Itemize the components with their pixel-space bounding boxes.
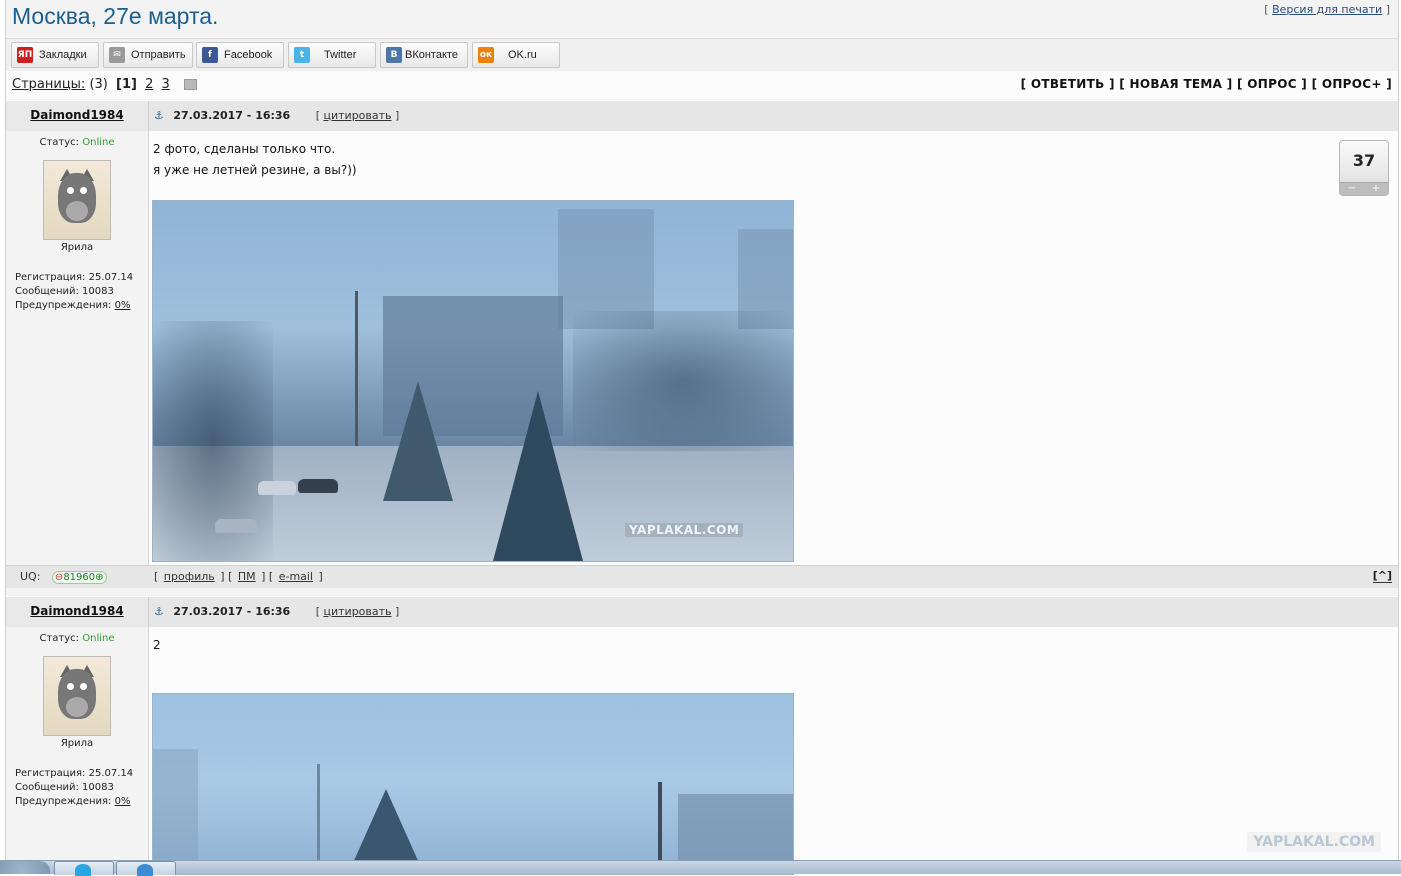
odnoklassniki-icon: ок: [478, 47, 494, 63]
post-text-line: 2: [153, 638, 161, 652]
author-link[interactable]: Daimond1984: [30, 108, 123, 122]
user-info: Регистрация: 25.07.14 Сообщений: 10083 П…: [15, 271, 148, 313]
print-version-label[interactable]: Версия для печати: [1272, 3, 1382, 16]
rating-minus-button[interactable]: −: [1348, 183, 1356, 195]
pagination-bar: Страницы: (3) [1] 2 3 [ ОТВЕТИТЬ ] [ НОВ…: [6, 71, 1398, 99]
warnings-link[interactable]: 0%: [115, 796, 131, 807]
yandex-bookmarks-icon: ЯП: [17, 47, 33, 63]
user-rank: Ярила: [60, 738, 94, 749]
registration-date: Регистрация: 25.07.14: [15, 768, 134, 779]
post-date: 27.03.2017 - 16:36: [173, 109, 291, 122]
user-status: Статус: Online: [39, 137, 115, 148]
user-panel: Статус: Online Ярила Регистрация: 25.07.…: [6, 627, 149, 861]
subscribe-icon[interactable]: [183, 79, 197, 90]
post-text-line: я уже не летней резине, а вы?)): [153, 163, 357, 177]
warnings: Предупреждения: 0%: [15, 796, 131, 807]
anchor-icon[interactable]: ⚓: [154, 109, 164, 122]
online-status: Online: [82, 137, 115, 148]
pagination: Страницы: (3) [1] 2 3: [12, 77, 197, 92]
uq-rating: UQ: ⊖81960⊕: [20, 570, 107, 584]
topic-header: Москва, 27е марта. [ Версия для печати ]: [6, 0, 1398, 34]
skype-icon: [75, 864, 91, 876]
post-header: Daimond1984 ⚓ 27.03.2017 - 16:36 [ цитир…: [6, 596, 1398, 627]
post-footer-links: [ профиль ] [ ПМ ] [ e-mail ]: [154, 570, 323, 583]
rating-plus-button[interactable]: +: [1372, 183, 1380, 195]
post: Daimond1984 ⚓ 27.03.2017 - 16:36 [ цитир…: [6, 596, 1398, 875]
share-bar: ЯП Закладки ✉ Отправить f Facebook t Twi…: [6, 38, 1398, 72]
post-body: 2 фото, сделаны только что. я уже не лет…: [149, 131, 1398, 565]
pm-link[interactable]: ПМ: [238, 570, 256, 583]
post-footer: UQ: ⊖81960⊕ [ профиль ] [ ПМ ] [ e-mail …: [6, 565, 1398, 588]
page-title: Москва, 27е марта.: [12, 3, 219, 29]
post-text: 2: [153, 635, 161, 656]
rating-value: 37: [1352, 151, 1376, 170]
warnings-link[interactable]: 0%: [115, 300, 131, 311]
quote-link[interactable]: [ цитировать ]: [316, 605, 400, 618]
facebook-icon: f: [202, 47, 218, 63]
rating-widget: 37 − +: [1339, 140, 1389, 196]
twitter-icon: t: [294, 47, 310, 63]
site-watermark: YAPLAKAL.COM: [1247, 832, 1381, 852]
pages-count: (3): [89, 77, 108, 92]
post-photo[interactable]: [152, 693, 794, 875]
share-button-facebook[interactable]: f Facebook: [196, 42, 284, 68]
start-button[interactable]: [0, 861, 50, 874]
post-text-line: 2 фото, сделаны только что.: [153, 142, 336, 156]
user-panel: Статус: Online Ярила Регистрация: 25.07.…: [6, 131, 149, 565]
vk-icon: В: [386, 47, 402, 63]
avatar[interactable]: [43, 656, 111, 736]
page-link-2[interactable]: 2: [145, 77, 153, 92]
share-button-twitter[interactable]: t Twitter: [288, 42, 376, 68]
share-button-otpravit[interactable]: ✉ Отправить: [103, 42, 193, 68]
warnings: Предупреждения: 0%: [15, 300, 131, 311]
quote-link[interactable]: [ цитировать ]: [316, 109, 400, 122]
user-info: Регистрация: 25.07.14 Сообщений: 10083 П…: [15, 767, 148, 809]
reply-button[interactable]: [ ОТВЕТИТЬ ]: [1021, 77, 1115, 91]
scroll-top-button[interactable]: [^]: [1372, 569, 1392, 583]
post-header: Daimond1984 ⚓ 27.03.2017 - 16:36 [ цитир…: [6, 100, 1398, 131]
print-version-link[interactable]: [ Версия для печати ]: [1264, 3, 1390, 16]
poll-plus-button[interactable]: [ ОПРОС+ ]: [1312, 77, 1392, 91]
post: Daimond1984 ⚓ 27.03.2017 - 16:36 [ цитир…: [6, 100, 1398, 590]
taskbar: [0, 860, 1401, 876]
page-frame: Москва, 27е марта. [ Версия для печати ]…: [5, 0, 1399, 875]
user-rank: Ярила: [60, 242, 94, 253]
post-author: Daimond1984: [6, 597, 149, 627]
avatar[interactable]: [43, 160, 111, 240]
pages-label[interactable]: Страницы:: [12, 77, 85, 92]
post-text: 2 фото, сделаны только что. я уже не лет…: [153, 139, 357, 181]
share-button-okru[interactable]: ок OK.ru: [472, 42, 560, 68]
post-date: 27.03.2017 - 16:36: [173, 605, 291, 618]
profile-link[interactable]: профиль: [164, 570, 215, 583]
user-status: Статус: Online: [39, 633, 115, 644]
post-photo[interactable]: YAPLAKAL.COM: [152, 200, 794, 562]
browser-icon: [137, 864, 153, 876]
message-count: Сообщений: 10083: [15, 286, 114, 297]
anchor-icon[interactable]: ⚓: [154, 605, 164, 618]
post-body: 2: [149, 627, 1398, 875]
email-link[interactable]: e-mail: [279, 570, 313, 583]
new-topic-button[interactable]: [ НОВАЯ ТЕМА ]: [1119, 77, 1232, 91]
poll-button[interactable]: [ ОПРОС ]: [1237, 77, 1307, 91]
author-link[interactable]: Daimond1984: [30, 604, 123, 618]
post-meta: ⚓ 27.03.2017 - 16:36 [ цитировать ]: [154, 109, 399, 122]
uq-badge[interactable]: ⊖81960⊕: [51, 571, 107, 584]
message-count: Сообщений: 10083: [15, 782, 114, 793]
topic-actions: [ ОТВЕТИТЬ ] [ НОВАЯ ТЕМА ] [ ОПРОС ] [ …: [1021, 77, 1392, 91]
post-meta: ⚓ 27.03.2017 - 16:36 [ цитировать ]: [154, 605, 399, 618]
registration-date: Регистрация: 25.07.14: [15, 272, 134, 283]
photo-watermark: YAPLAKAL.COM: [625, 523, 744, 537]
share-button-vkontakte[interactable]: В ВКонтакте: [380, 42, 468, 68]
post-author: Daimond1984: [6, 101, 149, 131]
online-status: Online: [82, 633, 115, 644]
current-page: [1]: [116, 77, 137, 92]
page-link-3[interactable]: 3: [162, 77, 170, 92]
envelope-icon: ✉: [109, 47, 125, 63]
share-button-zakladki[interactable]: ЯП Закладки: [11, 42, 99, 68]
uq-plus-icon[interactable]: ⊕: [95, 572, 103, 583]
